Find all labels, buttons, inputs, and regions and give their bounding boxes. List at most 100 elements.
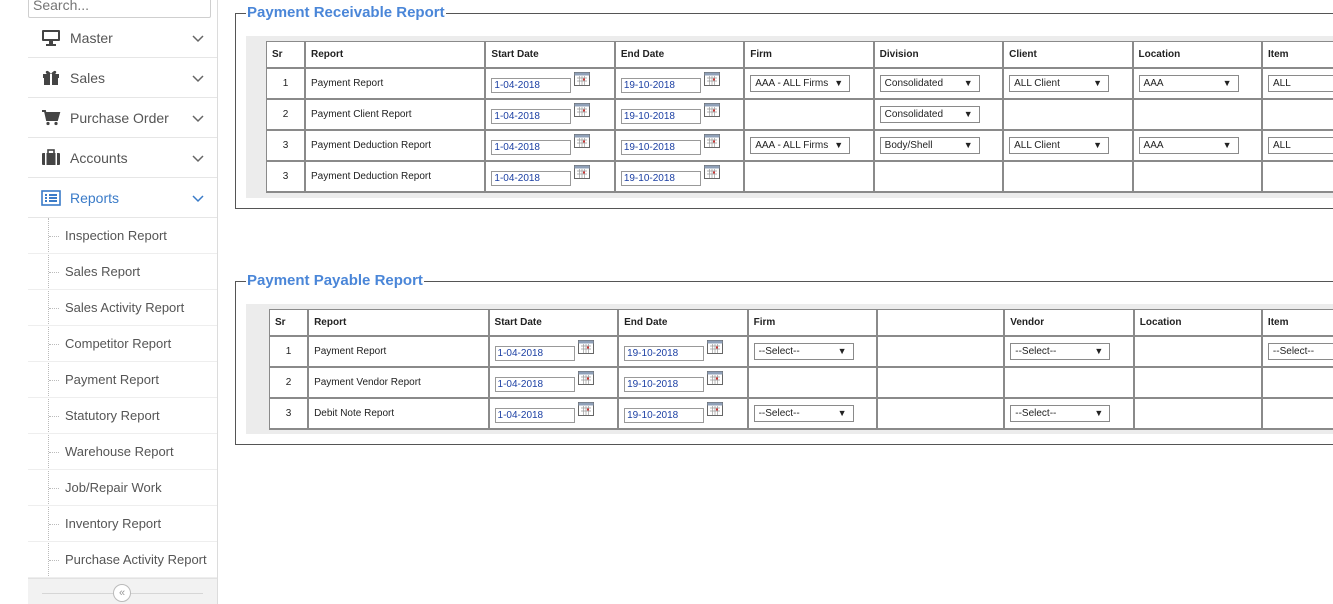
start-date-cell <box>488 335 620 368</box>
end-date-cell <box>617 397 749 430</box>
submenu-item-sales-report[interactable]: Sales Report <box>28 254 217 290</box>
vendor-select[interactable]: --Select-- ▼ <box>1010 342 1111 360</box>
location-select[interactable]: AAA ▼ <box>1138 136 1239 154</box>
start-date-input[interactable] <box>494 377 575 392</box>
sr-cell: 1 <box>269 335 310 368</box>
calendar-icon[interactable] <box>577 371 594 385</box>
dropdown-arrow-icon: ▼ <box>963 77 973 88</box>
dropdown-arrow-icon: ▼ <box>1094 345 1104 356</box>
sr-cell: 2 <box>269 366 310 399</box>
menu-item-reports[interactable]: Reports <box>28 178 217 218</box>
payment-receivable-section: Payment Receivable Report Sr Report Star… <box>235 4 1333 209</box>
vendor-cell: --Select-- ▼ <box>1003 397 1135 430</box>
calendar-icon[interactable] <box>707 340 724 354</box>
menu-item-master[interactable]: Master <box>28 18 217 58</box>
calendar-icon[interactable] <box>707 402 724 416</box>
firm-select[interactable]: --Select-- ▼ <box>753 404 854 422</box>
calendar-icon[interactable] <box>703 134 720 148</box>
menu-item-sales[interactable]: Sales <box>28 58 217 98</box>
calendar-icon[interactable] <box>574 165 591 179</box>
firm-select[interactable]: --Select-- ▼ <box>753 342 854 360</box>
sidebar-menu: Master Sales Purchase Order Accounts Rep… <box>28 18 217 578</box>
collapse-sidebar-icon[interactable]: « <box>113 584 131 602</box>
list-icon <box>40 189 62 207</box>
submenu-item-job-repair-work[interactable]: Job/Repair Work <box>28 470 217 506</box>
start-date-input[interactable] <box>491 171 572 186</box>
client-select[interactable]: ALL Client ▼ <box>1009 74 1110 92</box>
menu-item-accounts[interactable]: Accounts <box>28 138 217 178</box>
column-header: Location <box>1132 41 1263 69</box>
location-select[interactable]: AAA ▼ <box>1138 74 1239 92</box>
end-date-input[interactable] <box>624 346 705 361</box>
submenu-item-inventory-report[interactable]: Inventory Report <box>28 506 217 542</box>
submenu-item-sales-activity-report[interactable]: Sales Activity Report <box>28 290 217 326</box>
calendar-icon[interactable] <box>577 402 594 416</box>
chevron-down-icon <box>192 155 204 163</box>
calendar-icon[interactable] <box>703 165 720 179</box>
start-date-cell <box>488 366 620 399</box>
item-select[interactable]: ALL <box>1267 136 1333 154</box>
dropdown-arrow-icon: ▼ <box>834 77 844 88</box>
start-date-input[interactable] <box>491 109 572 124</box>
monitor-icon <box>40 29 62 47</box>
submenu-item-competitor-report[interactable]: Competitor Report <box>28 326 217 362</box>
submenu-item-inspection-report[interactable]: Inspection Report <box>28 218 217 254</box>
end-date-cell <box>617 366 749 399</box>
division-select[interactable]: Consolidated ▼ <box>879 105 980 123</box>
submenu-item-statutory-report[interactable]: Statutory Report <box>28 398 217 434</box>
division-select[interactable]: Body/Shell ▼ <box>879 136 980 154</box>
firm-select[interactable]: AAA - ALL Firms ▼ <box>750 74 851 92</box>
calendar-icon[interactable] <box>574 103 591 117</box>
end-date-input[interactable] <box>620 78 701 93</box>
vendor-select[interactable]: --Select-- ▼ <box>1010 404 1111 422</box>
calendar-icon[interactable] <box>574 134 591 148</box>
menu-item-purchase-order[interactable]: Purchase Order <box>28 98 217 138</box>
calendar-icon[interactable] <box>707 371 724 385</box>
table-row: 3 Debit Note Report --Select--▼ --Select… <box>269 397 1333 430</box>
column-header: Sr <box>265 41 306 69</box>
calendar-icon[interactable] <box>703 103 720 117</box>
menu-label: Sales <box>70 69 106 86</box>
end-date-input[interactable] <box>620 140 701 155</box>
column-header: End Date <box>614 41 746 69</box>
submenu-item-purchase-activity-report[interactable]: Purchase Activity Report <box>28 542 217 578</box>
calendar-icon[interactable] <box>577 340 594 354</box>
sidebar-collapse-bar: « <box>28 578 217 604</box>
search-input[interactable] <box>28 0 211 18</box>
start-date-cell <box>484 129 616 162</box>
vendor-cell: --Select-- ▼ <box>1003 335 1135 368</box>
start-date-input[interactable] <box>494 346 575 361</box>
item-select[interactable]: --Select-- <box>1267 342 1333 360</box>
submenu-item-payment-report[interactable]: Payment Report <box>28 362 217 398</box>
shopping-cart-icon <box>40 109 62 127</box>
item-cell <box>1261 160 1333 193</box>
firm-select[interactable]: AAA - ALL Firms ▼ <box>750 136 851 154</box>
end-date-input[interactable] <box>620 171 701 186</box>
chevron-down-icon <box>192 195 204 203</box>
division-cell: Consolidated ▼ <box>873 67 1005 100</box>
start-date-input[interactable] <box>494 408 575 423</box>
client-select[interactable]: ALL Client ▼ <box>1009 136 1110 154</box>
client-cell: ALL Client ▼ <box>1002 67 1134 100</box>
grid-container: Sr Report Start Date End Date Firm Divis… <box>246 36 1333 198</box>
division-select[interactable]: Consolidated ▼ <box>879 74 980 92</box>
end-date-input[interactable] <box>624 377 705 392</box>
calendar-icon[interactable] <box>574 72 591 86</box>
dropdown-arrow-icon: ▼ <box>1222 77 1232 88</box>
end-date-input[interactable] <box>624 408 705 423</box>
column-header: Report <box>307 309 490 337</box>
start-date-input[interactable] <box>491 78 572 93</box>
start-date-input[interactable] <box>491 140 572 155</box>
dropdown-arrow-icon: ▼ <box>834 139 844 150</box>
submenu-item-warehouse-report[interactable]: Warehouse Report <box>28 434 217 470</box>
end-date-input[interactable] <box>620 109 701 124</box>
section-title: Payment Receivable Report <box>246 4 446 22</box>
start-date-cell <box>484 67 616 100</box>
table-row: 3 Payment Deduction Report <box>265 160 1333 193</box>
calendar-icon[interactable] <box>703 72 720 86</box>
briefcase-icon <box>40 149 62 167</box>
column-header: Client <box>1002 41 1134 69</box>
item-select[interactable]: ALL <box>1267 74 1333 92</box>
chevron-down-icon <box>192 75 204 83</box>
location-cell <box>1133 335 1263 368</box>
